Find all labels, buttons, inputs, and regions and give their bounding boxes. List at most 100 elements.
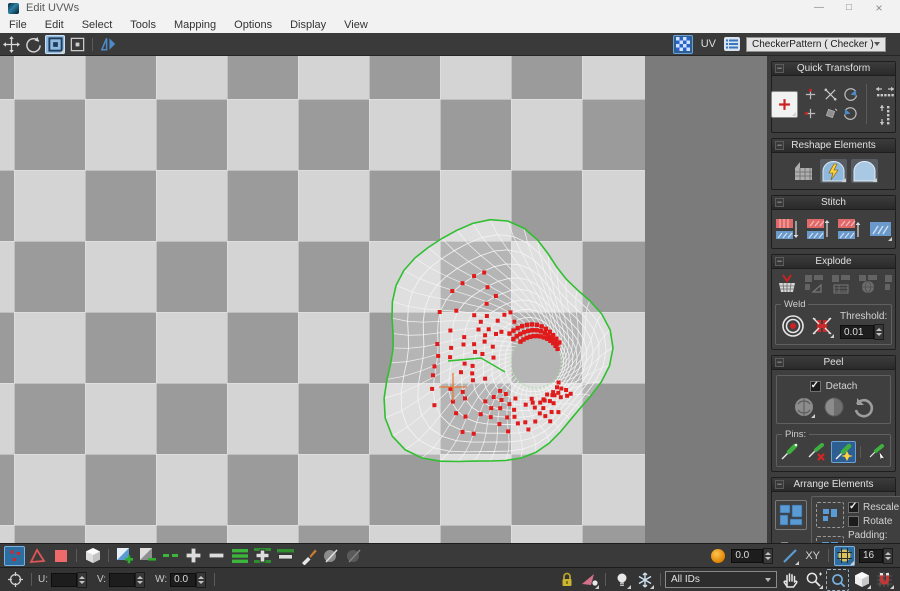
scale-tool-button[interactable] — [45, 35, 65, 54]
pack-full-button[interactable] — [816, 536, 844, 543]
shrink-selection-button[interactable] — [137, 546, 158, 566]
snap-button[interactable] — [874, 570, 895, 590]
pack-normalize-button[interactable] — [775, 500, 807, 530]
axis-label[interactable]: XY — [805, 550, 820, 562]
stitch-average-button[interactable] — [805, 216, 831, 242]
move-v-button[interactable] — [801, 105, 819, 122]
break-button[interactable] — [775, 272, 799, 296]
pack-together-button[interactable] — [816, 502, 844, 528]
loop-button[interactable] — [229, 546, 250, 566]
snap-grid-button[interactable] — [834, 546, 855, 566]
uv-mesh[interactable] — [0, 56, 767, 543]
menu-file[interactable]: File — [0, 19, 36, 31]
menu-options[interactable]: Options — [225, 19, 281, 31]
v-field[interactable] — [109, 573, 135, 587]
pan-button[interactable] — [780, 570, 801, 590]
highlight-button[interactable] — [611, 570, 632, 590]
zoom-button[interactable] — [803, 570, 824, 590]
uv-channel-label[interactable]: UV — [701, 38, 716, 50]
align-horizontal-button[interactable] — [874, 83, 896, 101]
w-field[interactable] — [170, 573, 196, 587]
rescale-checkbox[interactable] — [848, 502, 859, 513]
freeze-button[interactable] — [634, 570, 655, 590]
menu-tools[interactable]: Tools — [121, 19, 165, 31]
zoom-extents-button[interactable] — [851, 570, 872, 590]
soft-selection-button[interactable] — [707, 546, 728, 566]
collapse-icon[interactable]: − — [775, 141, 784, 150]
rotate-ccw-button[interactable] — [841, 105, 859, 122]
minimize-button[interactable]: — — [804, 0, 834, 16]
maximize-button[interactable]: □ — [834, 0, 864, 16]
target-weld-button[interactable] — [780, 313, 806, 339]
peel-mode-button[interactable] — [822, 395, 846, 419]
falloff-button[interactable] — [779, 546, 800, 566]
rotate-tool-button[interactable] — [23, 35, 43, 54]
menu-select[interactable]: Select — [73, 19, 122, 31]
menu-edit[interactable]: Edit — [36, 19, 73, 31]
close-button[interactable]: × — [864, 0, 894, 16]
collapse-icon[interactable]: − — [775, 64, 784, 73]
interactive-pin-button[interactable] — [865, 441, 890, 463]
soft-selection-field[interactable] — [731, 549, 763, 563]
move-tool-button[interactable] — [1, 35, 21, 54]
lock-selection-button[interactable] — [556, 570, 577, 590]
menu-mapping[interactable]: Mapping — [165, 19, 225, 31]
element-mode-button[interactable] — [82, 546, 103, 566]
stitch-target-button[interactable] — [867, 216, 893, 242]
menu-view[interactable]: View — [335, 19, 377, 31]
unpin-button[interactable] — [804, 441, 829, 463]
texture-list-button[interactable] — [722, 35, 742, 54]
shrink-loop-button[interactable] — [206, 546, 227, 566]
menu-display[interactable]: Display — [281, 19, 335, 31]
u-spinner[interactable] — [77, 572, 87, 588]
absolute-mode-button[interactable] — [5, 570, 26, 590]
grid-size-field[interactable] — [859, 549, 883, 563]
auto-pin-button[interactable] — [831, 441, 856, 463]
align-vertical-button[interactable] — [874, 104, 896, 126]
id-filter-dropdown[interactable]: All IDs — [665, 571, 777, 588]
flatten-by-angle-button[interactable] — [802, 272, 826, 296]
rotate-checkbox[interactable] — [848, 516, 859, 527]
collapse-icon[interactable]: − — [775, 257, 784, 266]
grow-ring-button[interactable] — [252, 546, 273, 566]
rotate-cw-button[interactable] — [841, 86, 859, 103]
grid-size-spinner[interactable] — [883, 548, 893, 564]
weld-selected-button[interactable] — [809, 313, 835, 339]
grow-loop-button[interactable] — [183, 546, 204, 566]
vertex-mode-button[interactable] — [4, 546, 25, 566]
freeform-tool-button[interactable] — [67, 35, 87, 54]
threshold-field[interactable] — [840, 325, 874, 339]
move-h-button[interactable] — [801, 86, 819, 103]
align-pivot-button[interactable] — [771, 91, 798, 118]
shrink-ring-button[interactable] — [275, 546, 296, 566]
w-spinner[interactable] — [196, 572, 206, 588]
v-spinner[interactable] — [135, 572, 145, 588]
rescale-elements-button[interactable] — [775, 536, 805, 543]
edge-mode-button[interactable] — [27, 546, 48, 566]
grow-selection-button[interactable] — [114, 546, 135, 566]
flatten-by-smoothing-button[interactable] — [829, 272, 853, 296]
relax-until-flat-button[interactable] — [790, 159, 816, 183]
collapse-icon[interactable]: − — [775, 480, 784, 489]
paint-relax-button[interactable] — [344, 546, 365, 566]
flatten-by-material-button[interactable] — [856, 272, 880, 296]
stitch-source-button[interactable] — [836, 216, 862, 242]
filter-faces-button[interactable] — [579, 570, 600, 590]
threshold-spinner[interactable] — [874, 324, 884, 340]
reset-peel-button[interactable] — [852, 395, 876, 419]
paint-select-button[interactable] — [298, 546, 319, 566]
polygon-mode-button[interactable] — [50, 546, 71, 566]
soft-selection-spinner[interactable] — [763, 548, 773, 564]
relax-custom-button[interactable] — [851, 159, 878, 183]
pin-button[interactable] — [777, 441, 802, 463]
uv-viewport[interactable] — [0, 56, 767, 543]
show-map-button[interactable] — [673, 35, 693, 54]
quick-peel-button[interactable] — [792, 395, 816, 419]
pattern-dropdown[interactable]: CheckerPattern ( Checker ) — [746, 37, 886, 52]
edge-ring-button[interactable] — [160, 546, 181, 566]
collapse-icon[interactable]: − — [775, 358, 784, 367]
u-field[interactable] — [51, 573, 77, 587]
flatten-custom-button[interactable] — [883, 272, 892, 296]
collapse-icon[interactable]: − — [775, 198, 784, 207]
zoom-region-button[interactable] — [826, 569, 849, 591]
